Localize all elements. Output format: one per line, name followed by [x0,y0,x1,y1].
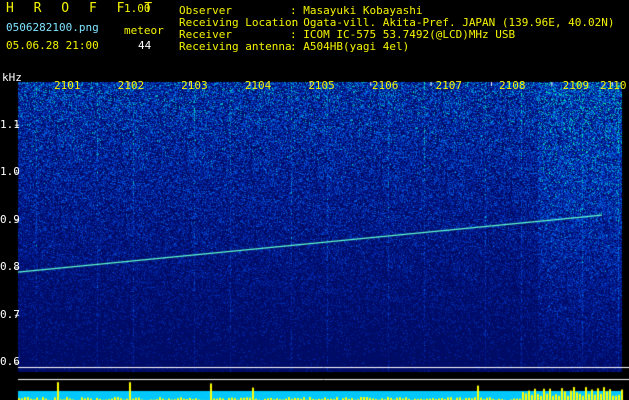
time-tick-label: 2107 [435,79,462,92]
date-time: 05.06.28 21:00 [6,39,99,52]
app-version: 1.00 [124,2,151,15]
time-tick-label: 2109 [562,79,590,92]
y-tick-label: 1.1 [0,117,20,131]
spectrogram-canvas [0,78,629,400]
time-tick-label: 2102 [117,79,145,92]
y-axis-unit: kHz [2,71,22,84]
info-antenna-value: : A504HB(yagi 4el) [290,40,410,53]
y-tick-label: 0.9 [0,212,20,226]
spectrogram-plot [0,78,629,400]
info-label: Receiving antenna [179,40,292,53]
time-tick-label: 2108 [499,79,526,92]
info-antenna: Receiving antenna [179,41,292,53]
y-tick-label: 1.0 [0,165,20,179]
meteor-count: 44 [138,39,152,52]
header-panel: H R O F F T 1.00 0506282100.png meteor 0… [0,0,629,78]
y-tick-label: 0.6 [0,355,20,369]
y-tick-label: 0.7 [0,307,20,321]
time-tick-label: 2105 [308,79,335,92]
meteor-label: meteor [124,24,164,37]
file-name: 0506282100.png [6,21,99,34]
time-tick-label: 2104 [244,79,272,92]
y-tick-label: 0.8 [0,260,20,274]
time-tick-label: 2110 [600,79,627,92]
time-tick-label: 2101 [54,79,81,92]
time-tick-label: 2103 [181,79,208,92]
time-tick-label: 2106 [371,79,399,92]
